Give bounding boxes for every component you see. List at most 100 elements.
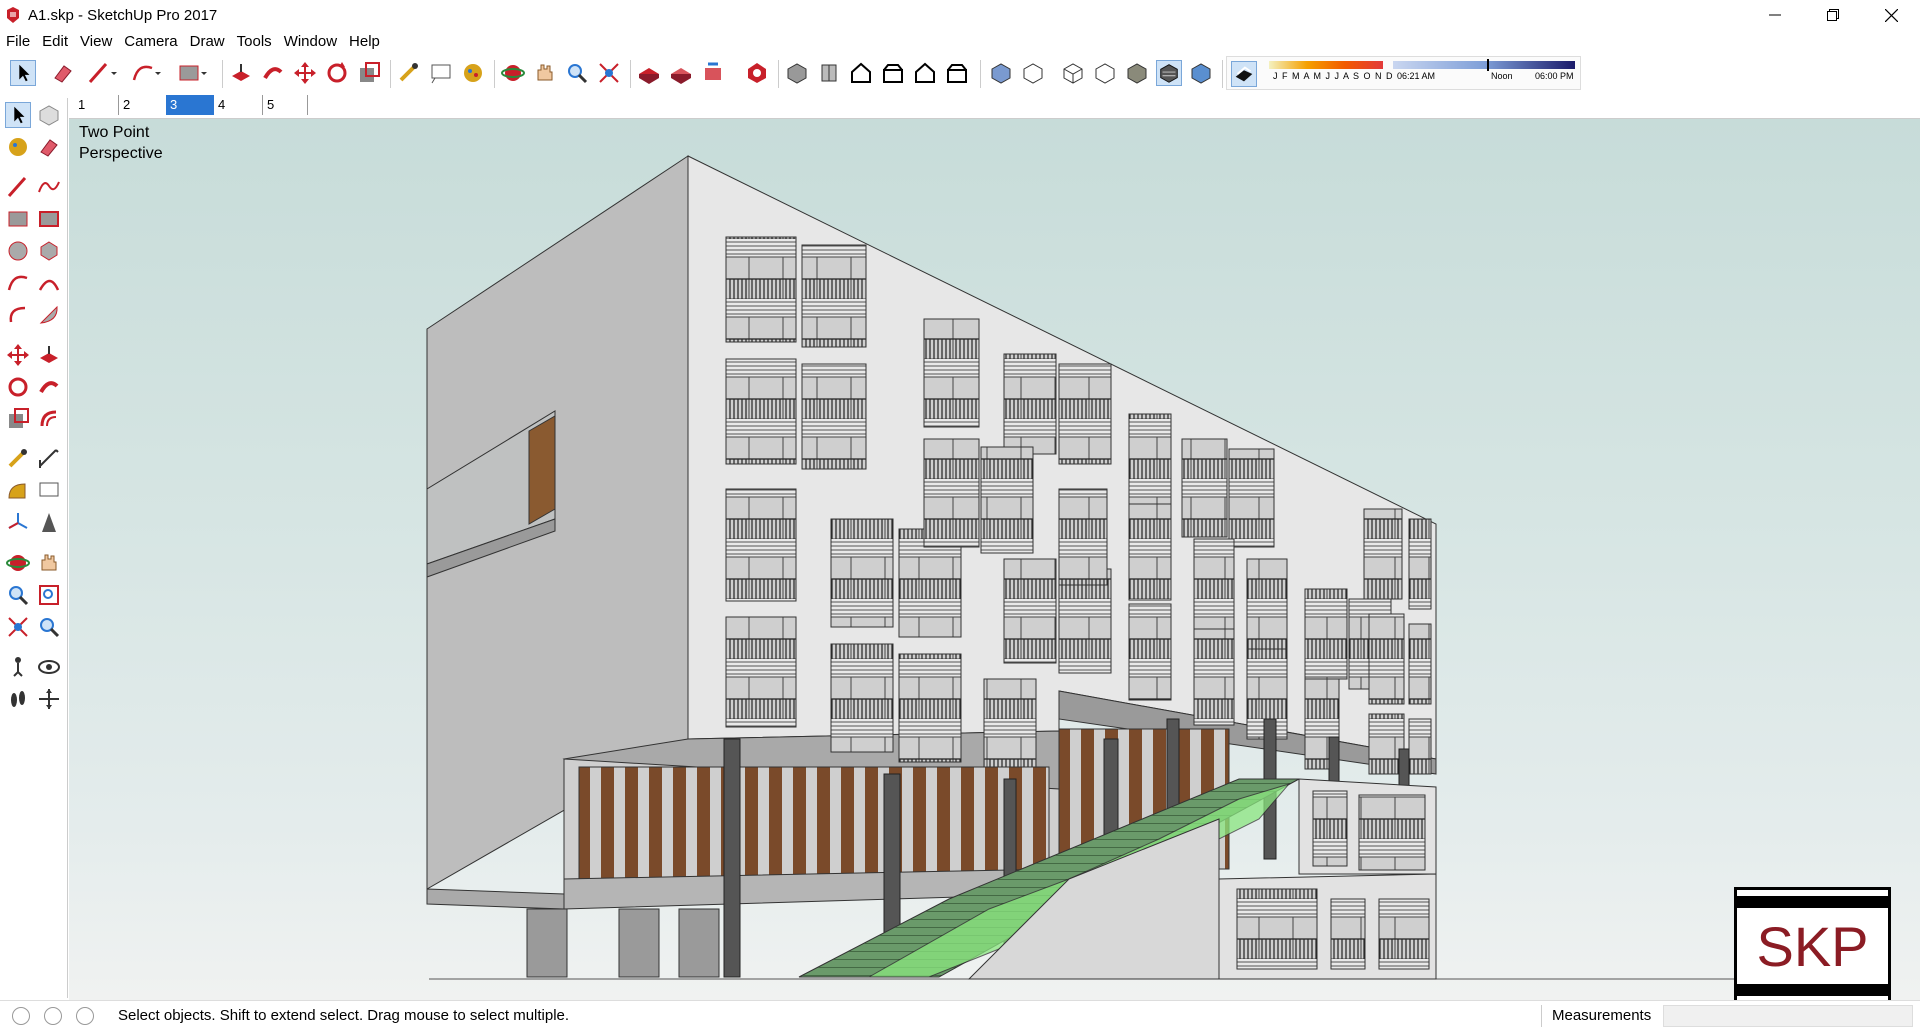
chevron-down-icon[interactable]	[198, 60, 210, 86]
zoom-extents-icon[interactable]	[596, 60, 622, 86]
model-viewport[interactable]: Two Point Perspective	[69, 118, 1920, 1000]
share-component-icon[interactable]	[700, 60, 726, 86]
menu-edit[interactable]: Edit	[36, 33, 74, 50]
window-controls	[1746, 0, 1920, 30]
menu-help[interactable]: Help	[343, 33, 386, 50]
line-icon[interactable]	[5, 174, 31, 200]
scene-tab-3[interactable]: 3	[166, 95, 214, 115]
back-view-icon[interactable]	[912, 60, 938, 86]
pan-icon[interactable]	[532, 60, 558, 86]
zoom-icon[interactable]	[564, 60, 590, 86]
back-edges-style-icon[interactable]	[1020, 60, 1046, 86]
measurements-input[interactable]	[1663, 1005, 1913, 1027]
3d-text-icon[interactable]	[36, 510, 62, 536]
hidden-line-style-icon[interactable]	[1092, 60, 1118, 86]
front-view-icon[interactable]	[848, 60, 874, 86]
chevron-down-icon[interactable]	[152, 60, 164, 86]
walk-icon[interactable]	[5, 686, 31, 712]
menu-window[interactable]: Window	[278, 33, 343, 50]
freehand-icon[interactable]	[36, 174, 62, 200]
zoom-icon[interactable]	[5, 582, 31, 608]
maximize-button[interactable]	[1804, 0, 1862, 30]
month-labels: J F M A M J J A S O N D	[1273, 71, 1394, 81]
dimension-icon[interactable]	[36, 446, 62, 472]
eraser-icon[interactable]	[50, 60, 76, 86]
time-slider-thumb[interactable]	[1487, 59, 1489, 71]
minimize-button[interactable]	[1746, 0, 1804, 30]
shaded-style-icon[interactable]	[1124, 60, 1150, 86]
pan-icon[interactable]	[36, 550, 62, 576]
menu-draw[interactable]: Draw	[184, 33, 231, 50]
right-view-icon[interactable]	[880, 60, 906, 86]
offset-icon[interactable]	[36, 406, 62, 432]
previous-view-icon[interactable]	[36, 614, 62, 640]
scale-icon[interactable]	[5, 406, 31, 432]
geolocation-icon[interactable]	[12, 1006, 30, 1025]
tape-measure-icon[interactable]	[5, 446, 31, 472]
badge-bottom-bar	[1737, 984, 1888, 996]
rotated-rectangle-icon[interactable]	[36, 206, 62, 232]
two-point-arc-icon[interactable]	[36, 270, 62, 296]
zoom-window-icon[interactable]	[36, 582, 62, 608]
account-icon[interactable]	[76, 1006, 94, 1025]
text-tool-icon[interactable]	[428, 60, 454, 86]
push-pull-icon[interactable]	[228, 60, 254, 86]
follow-me-icon[interactable]	[36, 374, 62, 400]
orbit-icon[interactable]	[500, 60, 526, 86]
move-icon[interactable]	[5, 342, 31, 368]
axes-icon[interactable]	[5, 510, 31, 536]
make-component-icon[interactable]	[36, 102, 62, 128]
scale-tool-icon[interactable]	[356, 60, 382, 86]
look-around-icon[interactable]	[36, 654, 62, 680]
window-title: A1.skp - SketchUp Pro 2017	[28, 6, 218, 24]
select-icon[interactable]	[5, 102, 31, 128]
text-icon[interactable]	[36, 478, 62, 504]
section-plane-icon[interactable]	[36, 686, 62, 712]
shaded-textures-style-icon[interactable]	[1156, 60, 1182, 86]
position-camera-icon[interactable]	[5, 654, 31, 680]
top-view-icon[interactable]	[816, 60, 842, 86]
rotate-icon[interactable]	[5, 374, 31, 400]
zoom-extents-icon[interactable]	[5, 614, 31, 640]
menu-camera[interactable]: Camera	[118, 33, 183, 50]
paint-bucket-icon[interactable]	[460, 60, 486, 86]
month-slider-track[interactable]	[1269, 61, 1383, 69]
scene-tab-1[interactable]: 1	[74, 95, 118, 115]
credits-icon[interactable]	[44, 1006, 62, 1025]
xray-style-icon[interactable]	[988, 60, 1014, 86]
protractor-icon[interactable]	[5, 478, 31, 504]
move-tool-icon[interactable]	[292, 60, 318, 86]
select-tool-icon[interactable]	[10, 60, 36, 86]
scene-tab-4[interactable]: 4	[214, 95, 262, 115]
rotate-tool-icon[interactable]	[324, 60, 350, 86]
pie-icon[interactable]	[36, 302, 62, 328]
extension-warehouse-icon[interactable]	[744, 60, 770, 86]
menu-tools[interactable]: Tools	[231, 33, 278, 50]
monochrome-style-icon[interactable]	[1188, 60, 1214, 86]
push-pull-icon[interactable]	[36, 342, 62, 368]
shadows-panel: J F M A M J J A S O N D 06:21 AM Noon 06…	[1226, 56, 1581, 90]
menu-view[interactable]: View	[74, 33, 118, 50]
paint-bucket-icon[interactable]	[5, 134, 31, 160]
polygon-icon[interactable]	[36, 238, 62, 264]
circle-icon[interactable]	[5, 238, 31, 264]
left-view-icon[interactable]	[944, 60, 970, 86]
time-slider-track[interactable]	[1393, 61, 1575, 69]
close-button[interactable]	[1862, 0, 1920, 30]
eraser-icon[interactable]	[36, 134, 62, 160]
warehouse-icon[interactable]	[636, 60, 662, 86]
tape-measure-icon[interactable]	[396, 60, 422, 86]
chevron-down-icon[interactable]	[108, 60, 120, 86]
scene-tab-2[interactable]: 2	[118, 95, 166, 115]
arc-icon[interactable]	[5, 270, 31, 296]
scene-tab-5[interactable]: 5	[262, 95, 308, 115]
share-model-icon[interactable]	[668, 60, 694, 86]
rectangle-icon[interactable]	[5, 206, 31, 232]
orbit-icon[interactable]	[5, 550, 31, 576]
wireframe-style-icon[interactable]	[1060, 60, 1086, 86]
three-point-arc-icon[interactable]	[5, 302, 31, 328]
follow-me-icon[interactable]	[260, 60, 286, 86]
shadows-toggle-icon[interactable]	[1231, 61, 1257, 87]
iso-view-icon[interactable]	[784, 60, 810, 86]
menu-file[interactable]: File	[0, 33, 36, 50]
